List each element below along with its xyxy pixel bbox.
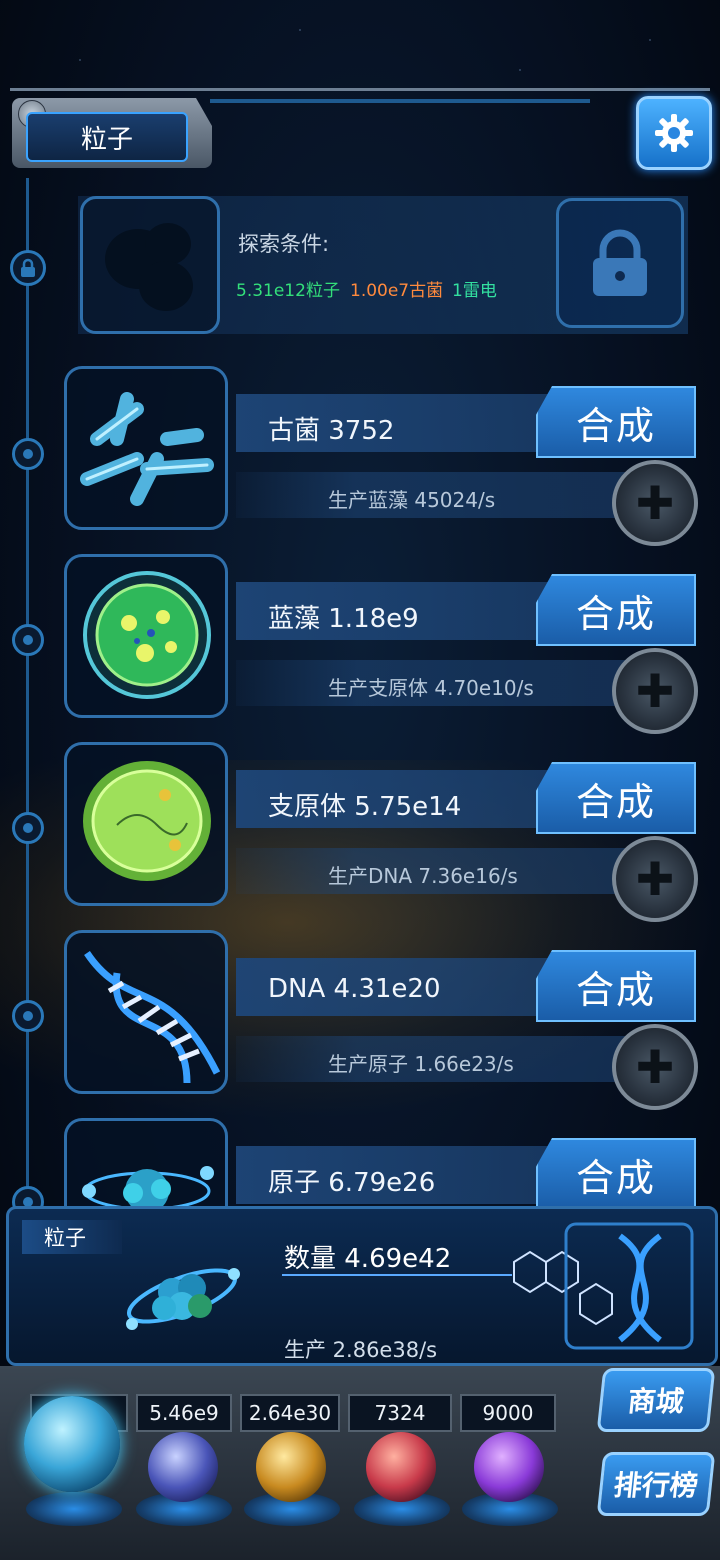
leaderboard-button[interactable]: 排行榜 bbox=[596, 1452, 716, 1516]
count-underline bbox=[282, 1274, 512, 1276]
brain-orb-icon[interactable] bbox=[366, 1432, 436, 1502]
synthesize-button[interactable]: 合成 bbox=[536, 762, 696, 834]
item-row-atom: 原子 6.79e26 合成 bbox=[0, 1118, 720, 1206]
particle-count: 数量 4.69e42 bbox=[284, 1244, 452, 1274]
atom-icon bbox=[64, 1118, 228, 1206]
currency-tab[interactable]: 粒子 bbox=[26, 112, 188, 162]
synthesize-button[interactable]: 合成 bbox=[536, 386, 696, 458]
item-name-count: 蓝藻 1.18e9 bbox=[268, 604, 419, 634]
orb-pedestal bbox=[26, 1492, 122, 1526]
archaea-icon bbox=[64, 366, 228, 530]
rail-lock-icon bbox=[10, 250, 46, 286]
upgrade-plus-button[interactable]: ✚ bbox=[612, 648, 698, 734]
thunder-orb-icon[interactable] bbox=[148, 1432, 218, 1502]
synthesize-button[interactable]: 合成 bbox=[536, 1138, 696, 1206]
item-row-archaea: 古菌 3752 生产蓝藻 45024/s 合成 ✚ bbox=[0, 366, 720, 546]
item-production-rate: 生产DNA 7.36e16/s bbox=[328, 864, 518, 888]
item-production-rate: 生产支原体 4.70e10/s bbox=[328, 676, 534, 700]
item-name-count: 古菌 3752 bbox=[268, 416, 395, 446]
item-name-count: 支原体 5.75e14 bbox=[268, 792, 462, 822]
galaxy-orb-icon[interactable] bbox=[256, 1432, 326, 1502]
plus-icon: ✚ bbox=[635, 1040, 675, 1094]
explore-lock-button[interactable] bbox=[556, 198, 684, 328]
resource-value: 7324 bbox=[348, 1394, 452, 1432]
item-production-rate: 生产原子 1.66e23/s bbox=[328, 1052, 514, 1076]
requirement-particles: 5.31e12粒子 bbox=[236, 281, 340, 301]
item-production-rate: 生产蓝藻 45024/s bbox=[328, 488, 496, 512]
molecule-dna-decoration bbox=[500, 1222, 700, 1352]
upgrade-plus-button[interactable]: ✚ bbox=[612, 460, 698, 546]
gear-icon bbox=[655, 114, 693, 152]
synthesize-button[interactable]: 合成 bbox=[536, 950, 696, 1022]
explore-conditions-label: 探索条件: bbox=[238, 232, 330, 256]
item-row-cyanobacteria: 蓝藻 1.18e9 生产支原体 4.70e10/s 合成 ✚ bbox=[0, 554, 720, 734]
resource-value: 2.64e30 bbox=[240, 1394, 340, 1432]
requirement-thunder: 1雷电 bbox=[452, 281, 497, 301]
item-row-mycoplasma: 支原体 5.75e14 生产DNA 7.36e16/s 合成 ✚ bbox=[0, 742, 720, 922]
particle-panel-label: 粒子 bbox=[22, 1220, 122, 1254]
item-row-dna: DNA 4.31e20 生产原子 1.66e23/s 合成 ✚ bbox=[0, 930, 720, 1110]
requirement-archaea: 1.00e7古菌 bbox=[350, 281, 444, 301]
item-name-count: DNA 4.31e20 bbox=[268, 974, 441, 1004]
plus-icon: ✚ bbox=[635, 664, 675, 718]
particle-production-rate: 生产 2.86e38/s bbox=[284, 1338, 438, 1362]
vortex-orb-icon[interactable] bbox=[474, 1432, 544, 1502]
upgrade-plus-button[interactable]: ✚ bbox=[612, 836, 698, 922]
item-name-count: 原子 6.79e26 bbox=[268, 1168, 436, 1198]
cyanobacteria-icon bbox=[64, 554, 228, 718]
settings-button[interactable] bbox=[636, 96, 712, 170]
particle-cluster-icon bbox=[122, 1244, 242, 1344]
lock-icon bbox=[593, 229, 647, 296]
dna-icon bbox=[64, 930, 228, 1094]
synthesize-button[interactable]: 合成 bbox=[536, 574, 696, 646]
plus-icon: ✚ bbox=[635, 476, 675, 530]
mycoplasma-icon bbox=[64, 742, 228, 906]
resource-value: 9000 bbox=[460, 1394, 556, 1432]
particle-orb-icon[interactable] bbox=[24, 1396, 120, 1492]
locked-item-silhouette bbox=[80, 196, 220, 334]
shop-button[interactable]: 商城 bbox=[596, 1368, 716, 1432]
upgrade-plus-button[interactable]: ✚ bbox=[612, 1024, 698, 1110]
plus-icon: ✚ bbox=[635, 852, 675, 906]
resource-value: 5.46e9 bbox=[136, 1394, 232, 1432]
